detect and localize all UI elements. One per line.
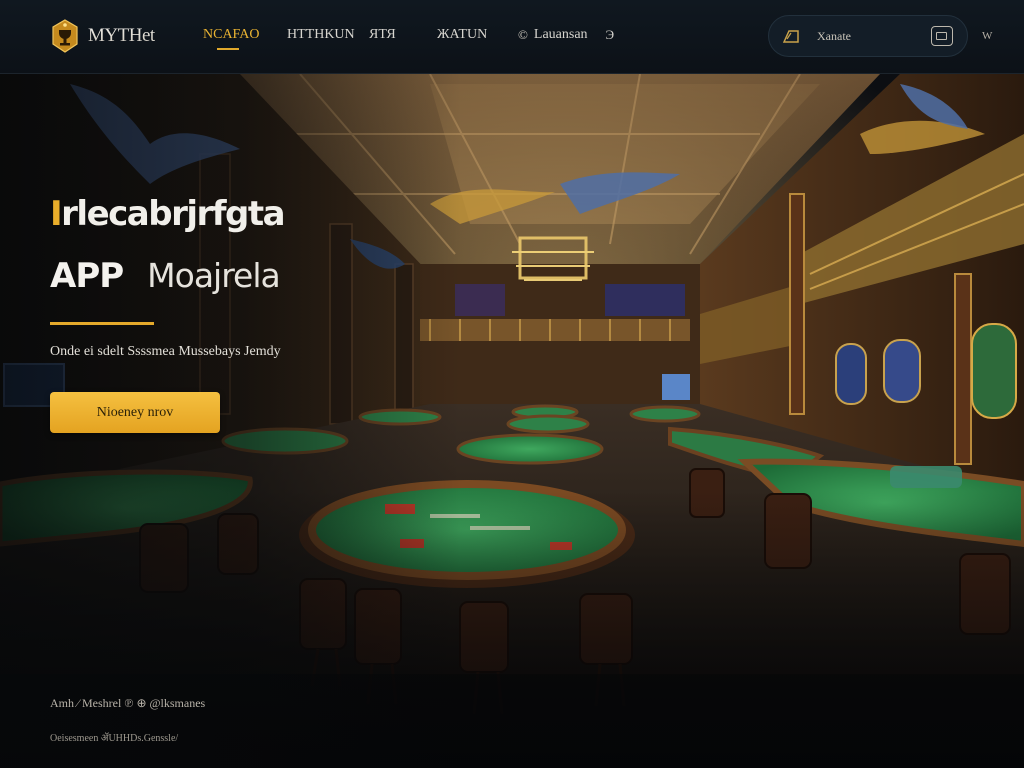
card-icon[interactable] xyxy=(931,26,953,46)
footer-links[interactable]: Amh ⁄ Meshrel ℗ ⊕ @lksmanes xyxy=(50,696,205,711)
top-navigation-bar: MYTHet NCAFAO HTTHKUN ЯТЯ ЖАТUN © Lauans… xyxy=(0,0,1024,74)
hero-subheading-light: Moajrela xyxy=(147,256,281,295)
hero-title-rest: rlecabrjrfgta xyxy=(61,194,285,234)
active-nav-underline xyxy=(217,48,239,50)
language-selector[interactable]: © Lauansan Э xyxy=(518,27,614,43)
nav-link-1[interactable]: NCAFAO xyxy=(203,27,260,43)
hero-subheading-strong: APP xyxy=(50,256,124,296)
nav-link-4[interactable]: ЖАТUN xyxy=(437,27,487,43)
hero-section: Irlecabrjrfgta APP Moajrela Onde ei sdelt… xyxy=(0,74,1024,768)
footer-copyright: Oeisesmeen ॲUHHDs.Genssle/ xyxy=(50,733,179,744)
search-input[interactable] xyxy=(817,26,917,46)
globe-icon: © xyxy=(518,27,528,42)
hero-title: Irlecabrjrfgta xyxy=(50,194,286,234)
hero-title-mark: I xyxy=(50,194,63,234)
brand-name: MYTHet xyxy=(88,25,155,46)
hero-subheading: APP Moajrela xyxy=(50,256,281,296)
language-label: Lauansan xyxy=(533,27,588,42)
hero-divider xyxy=(50,322,154,325)
nav-link-2[interactable]: HTTHKUN xyxy=(287,27,355,43)
search-bar xyxy=(768,15,968,57)
brand[interactable]: MYTHet xyxy=(50,18,155,54)
tag-icon xyxy=(783,30,799,43)
menu-toggle[interactable]: W xyxy=(982,30,992,42)
hero-subtitle: Onde ei sdelt Ssssmea Mussebays Jemdy xyxy=(50,344,281,359)
cta-button[interactable]: Nioeney nrov xyxy=(50,392,220,433)
language-extra: Э xyxy=(605,27,615,42)
trophy-logo-icon xyxy=(52,19,78,53)
nav-link-3[interactable]: ЯТЯ xyxy=(369,27,396,43)
